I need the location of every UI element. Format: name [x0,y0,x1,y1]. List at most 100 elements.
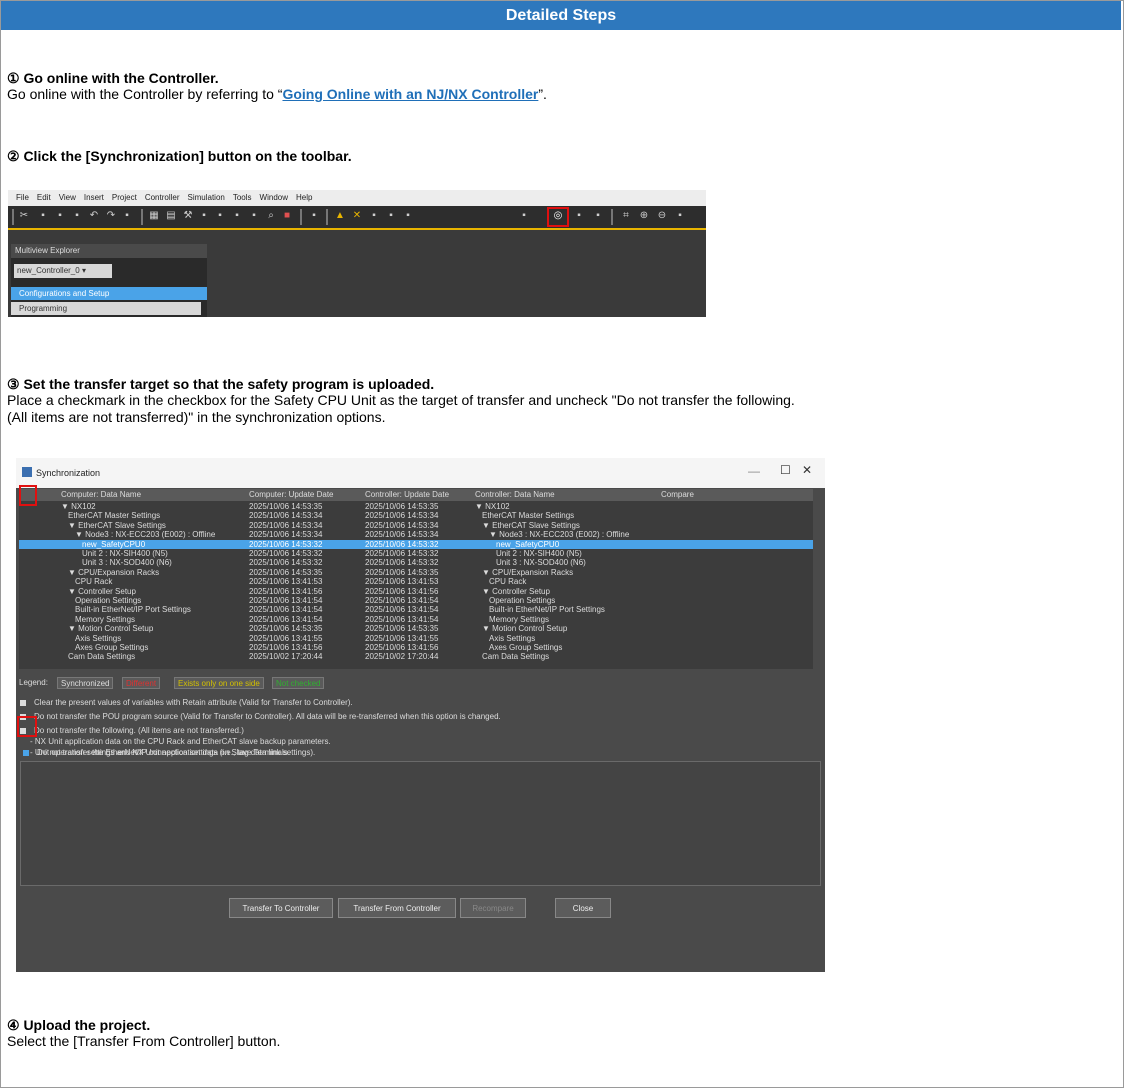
check-icon[interactable]: ▪ [198,210,210,222]
cross-ref-icon[interactable]: ▪ [248,210,260,222]
menu-item[interactable]: Project [112,190,137,206]
save-icon[interactable]: ▪ [121,210,133,222]
download-icon[interactable]: ▪ [402,210,414,222]
table-row[interactable]: CPU Rack 2025/10/06 13:41:53 2025/10/06 13… [19,577,813,586]
controller-data-name: Built-in EtherNet/IP Port Settings [489,605,605,615]
transfer-icon[interactable]: ▪ [368,210,380,222]
step4-text: Select the [Transfer From Controller] bu… [7,1033,281,1049]
table-row[interactable]: ▼ Motion Control Setup 2025/10/06 14:53:3… [19,624,813,633]
menu-item[interactable]: File [16,190,29,206]
controller-select[interactable]: new_Controller_0 ▾ [14,264,112,278]
minimize-icon[interactable]: — [748,464,760,478]
redo-icon[interactable]: ↷ [105,210,117,222]
table-row[interactable]: ▼ CPU/Expansion Racks 2025/10/06 14:53:35… [19,568,813,577]
programming-item[interactable]: Programming [11,302,201,315]
transfer-from-controller-button[interactable]: Transfer From Controller [338,898,456,918]
delete-icon[interactable]: ▪ [71,210,83,222]
toolbar-separator [326,209,328,225]
zoom-fit-icon[interactable]: ⌗ [620,210,632,222]
computer-update-date: 2025/10/06 14:53:34 [249,511,323,521]
legend: Legend: Synchronized Different Exists on… [19,676,813,690]
zoom-icon[interactable]: ▪ [674,210,686,222]
computer-data-name: Axis Settings [75,633,122,643]
recompare-button[interactable]: Recompare [460,898,526,918]
menu-item[interactable]: Window [260,190,288,206]
zoom-in-icon[interactable]: ⊕ [638,210,650,222]
paste-icon[interactable]: ▪ [54,210,66,222]
table-row[interactable]: ▼ Node3 : NX-ECC203 (E002) : Offline 2025… [19,530,813,539]
column-header[interactable]: Compare [661,489,717,501]
controller-update-date: 2025/10/06 13:41:55 [365,633,439,643]
undo-icon[interactable]: ↶ [88,210,100,222]
online-icon[interactable]: ▲ [334,210,346,222]
copy-icon[interactable]: ▪ [37,210,49,222]
toolbar-separator [300,209,302,225]
controller-data-name: Axes Group Settings [489,643,563,652]
menu-item[interactable]: Tools [233,190,252,206]
find-icon[interactable]: ⌕ [265,210,277,222]
computer-update-date: 2025/10/06 14:53:35 [249,502,323,511]
option-checkbox[interactable] [20,700,26,706]
offline-icon[interactable]: ✕ [351,210,363,222]
close-button[interactable]: Close [555,898,611,918]
compile-icon[interactable]: ▪ [231,210,243,222]
cut-icon[interactable]: ✂ [18,210,30,222]
configurations-and-setup-item[interactable]: Configurations and Setup [11,287,207,300]
table-row[interactable]: Cam Data Settings 2025/10/02 17:20:44 2025… [19,652,813,661]
grid-icon[interactable]: ▦ [148,210,160,222]
going-online-link[interactable]: Going Online with an NJ/NX Controller [282,86,538,102]
table-row[interactable]: Unit 3 : NX-SOD400 (N6) 2025/10/06 14:53:… [19,558,813,567]
menu-item[interactable]: View [59,190,76,206]
computer-data-name: CPU Rack [75,577,113,587]
close-icon[interactable]: ✕ [802,463,812,477]
controller-data-name: new_SafetyCPU0 [496,539,560,549]
table-row[interactable]: Axis Settings 2025/10/06 13:41:55 2025/10/… [19,634,813,643]
menu-item[interactable]: Help [296,190,312,206]
computer-update-date: 2025/10/06 13:41:55 [249,633,323,643]
computer-data-name: EtherCAT Master Settings [68,511,161,521]
table-row[interactable]: ▼ Controller Setup 2025/10/06 13:41:56 202… [19,587,813,596]
legend-not-checked: Not checked [272,677,325,689]
controller-data-name: ▼ EtherCAT Slave Settings [482,520,580,530]
option-checkbox[interactable] [23,750,29,756]
table-row[interactable]: Operation Settings 2025/10/06 13:41:54 202… [19,596,813,605]
transfer-to-controller-button[interactable]: Transfer To Controller [229,898,333,918]
upload-icon[interactable]: ▪ [385,210,397,222]
table-row[interactable]: Axes Group Settings 2025/10/06 13:41:56 20… [19,643,813,652]
chart-icon[interactable]: ▪ [308,210,320,222]
rebuild-icon[interactable]: ▪ [214,210,226,222]
menu-bar: File Edit View Insert Project Controller Simul… [8,190,706,206]
compare-icon[interactable]: ▪ [573,210,585,222]
menu-item[interactable]: Edit [37,190,51,206]
table-row[interactable]: ▼ NX102 2025/10/06 14:53:35 2025/10/06 14:… [19,502,813,511]
table-row[interactable]: Unit 2 : NX-SIH400 (N5) 2025/10/06 14:53:… [19,549,813,558]
step3-line2: (All items are not transferred)" in the … [7,409,386,425]
column-header[interactable]: Controller: Update Date [365,489,473,501]
table-row[interactable]: new_SafetyCPU0 2025/10/06 14:53:32 2025/10… [19,539,813,549]
computer-data-name: Operation Settings [75,596,142,605]
grid-header: Computer: Data Name Computer: Update Dat… [19,489,813,501]
controller-data-name: Operation Settings [489,596,556,605]
table-row[interactable]: ▼ EtherCAT Slave Settings 2025/10/06 14:5… [19,521,813,530]
reset-icon[interactable]: ▪ [592,210,604,222]
stop-icon[interactable]: ■ [281,210,293,222]
layout-icon[interactable]: ▤ [165,210,177,222]
menu-item[interactable]: Controller [145,190,180,206]
controller-update-date: 2025/10/06 14:53:35 [365,567,439,577]
step1-text: Go online with the Controller by referri… [7,86,547,103]
table-row[interactable]: Built-in EtherNet/IP Port Settings 2025/1… [19,605,813,614]
step3-line1: Place a checkmark in the checkbox for th… [7,392,795,408]
maximize-icon[interactable]: ☐ [780,463,791,477]
table-row[interactable]: EtherCAT Master Settings 2025/10/06 14:53… [19,511,813,520]
controller-data-name: EtherCAT Master Settings [482,511,575,521]
menu-item[interactable]: Insert [84,190,104,206]
column-header[interactable]: Computer: Data Name [61,489,247,501]
column-header[interactable]: Controller: Data Name [475,489,659,501]
menu-item[interactable]: Simulation [188,190,225,206]
build-icon[interactable]: ⚒ [182,210,194,222]
table-row[interactable]: Memory Settings 2025/10/06 13:41:54 2025/1… [19,615,813,624]
monitor-icon[interactable]: ▪ [518,210,530,222]
controller-update-date: 2025/10/06 14:53:34 [365,511,439,521]
zoom-out-icon[interactable]: ⊖ [656,210,668,222]
column-header[interactable]: Computer: Update Date [249,489,363,501]
